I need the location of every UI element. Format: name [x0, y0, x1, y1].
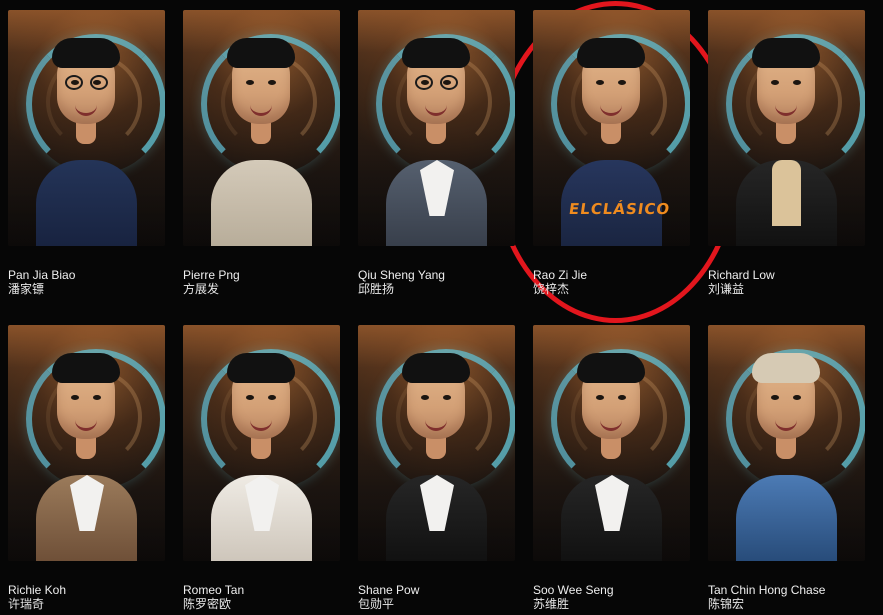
cast-card-romeo-tan[interactable]: Romeo Tan 陈罗密欧 — [183, 325, 340, 611]
left-eye — [421, 395, 429, 400]
cast-photo[interactable] — [8, 325, 165, 561]
cast-native-name: 刘谦益 — [708, 282, 745, 296]
left-eye — [596, 395, 604, 400]
cast-photo[interactable] — [533, 325, 690, 561]
right-eye — [268, 395, 276, 400]
outfit — [36, 475, 137, 561]
cast-card-pierre-png[interactable]: Pierre Png 方展发 — [183, 10, 340, 296]
left-eye — [71, 80, 79, 85]
cast-photo[interactable] — [358, 10, 515, 246]
outfit: ELCLÁSICO — [561, 160, 672, 246]
cast-card-qiu-sheng-yang[interactable]: Qiu Sheng Yang 邱胜扬 — [358, 10, 515, 296]
right-eye — [793, 80, 801, 85]
hair — [227, 38, 295, 68]
outfit — [211, 160, 312, 246]
hair — [752, 353, 820, 383]
cast-name: Soo Wee Seng — [533, 583, 614, 597]
cast-card-richie-koh[interactable]: Richie Koh 许瑞奇 — [8, 325, 165, 611]
cast-card-rao-zi-jie[interactable]: ELCLÁSICO Rao Zi Jie 饶梓杰 — [533, 10, 690, 296]
hair — [227, 353, 295, 383]
cast-native-name: 饶梓杰 — [533, 282, 570, 296]
cast-photo[interactable] — [708, 325, 865, 561]
hair — [577, 38, 645, 68]
right-eye — [443, 395, 451, 400]
cast-name: Pan Jia Biao — [8, 268, 76, 282]
left-eye — [771, 80, 779, 85]
right-eye — [618, 395, 626, 400]
right-eye — [443, 80, 451, 85]
outfit — [561, 475, 662, 561]
outfit — [386, 160, 487, 246]
cast-photo[interactable] — [183, 10, 340, 246]
cast-photo[interactable] — [183, 325, 340, 561]
cast-name: Tan Chin Hong Chase — [708, 583, 826, 597]
left-eye — [771, 395, 779, 400]
left-eye — [596, 80, 604, 85]
cast-native-name: 陈罗密欧 — [183, 597, 232, 611]
cast-card-richard-low[interactable]: Richard Low 刘谦益 — [708, 10, 865, 296]
cast-name: Richard Low — [708, 268, 775, 282]
outfit — [36, 160, 137, 246]
hair — [52, 353, 120, 383]
cast-card-pan-jia-biao[interactable]: Pan Jia Biao 潘家镖 — [8, 10, 165, 296]
right-eye — [793, 395, 801, 400]
cast-name: Qiu Sheng Yang — [358, 268, 445, 282]
cast-name: Pierre Png — [183, 268, 240, 282]
cast-photo[interactable] — [358, 325, 515, 561]
outfit — [736, 160, 837, 246]
cast-card-shane-pow[interactable]: Shane Pow 包勋平 — [358, 325, 515, 611]
cast-name: Romeo Tan — [183, 583, 245, 597]
right-eye — [93, 395, 101, 400]
outfit — [211, 475, 312, 561]
cast-native-name: 潘家镖 — [8, 282, 45, 296]
outfit — [386, 475, 487, 561]
cast-native-name: 许瑞奇 — [8, 597, 45, 611]
right-eye — [268, 80, 276, 85]
cast-photo[interactable] — [708, 10, 865, 246]
cast-photo[interactable] — [8, 10, 165, 246]
cast-name: Rao Zi Jie — [533, 268, 588, 282]
hair — [52, 38, 120, 68]
left-eye — [246, 80, 254, 85]
cast-native-name: 包勋平 — [358, 597, 395, 611]
hair — [752, 38, 820, 68]
cast-name: Shane Pow — [358, 583, 420, 597]
right-eye — [618, 80, 626, 85]
hair — [577, 353, 645, 383]
cast-name: Richie Koh — [8, 583, 67, 597]
cast-card-soo-wee-seng[interactable]: Soo Wee Seng 苏维胜 — [533, 325, 690, 611]
cast-native-name: 苏维胜 — [533, 597, 570, 611]
hair — [402, 38, 470, 68]
left-eye — [71, 395, 79, 400]
shirt-logo-text: ELCLÁSICO — [567, 200, 672, 218]
cast-native-name: 邱胜扬 — [358, 282, 395, 296]
cast-card-tan-chin-hong-chase[interactable]: Tan Chin Hong Chase 陈锦宏 — [708, 325, 865, 611]
cast-grid: Pan Jia Biao 潘家镖 Pierre Png 方展发 Qiu Shen… — [8, 0, 878, 615]
cast-native-name: 陈锦宏 — [708, 597, 745, 611]
left-eye — [246, 395, 254, 400]
right-eye — [93, 80, 101, 85]
outfit — [736, 475, 837, 561]
left-eye — [421, 80, 429, 85]
cast-photo[interactable]: ELCLÁSICO — [533, 10, 690, 246]
hair — [402, 353, 470, 383]
cast-native-name: 方展发 — [183, 282, 220, 296]
